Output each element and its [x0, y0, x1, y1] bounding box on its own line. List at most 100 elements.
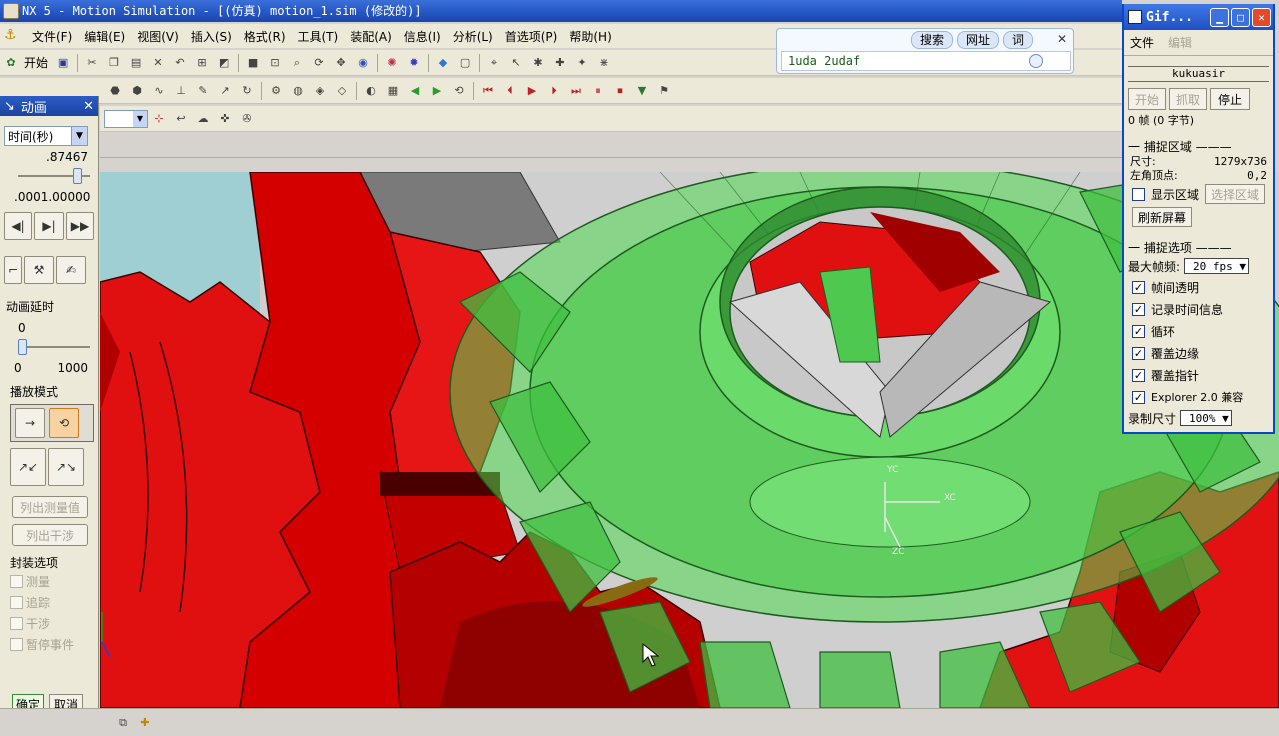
selection-icon[interactable]: ⊹: [150, 110, 168, 128]
pause-event-checkbox[interactable]: 暂停事件: [0, 634, 98, 655]
loop-mode-button[interactable]: ⟲: [49, 408, 79, 438]
play-to-end-button[interactable]: ▶▶: [66, 212, 94, 240]
pingpong-b-button[interactable]: ↗↘: [48, 448, 84, 486]
force-icon[interactable]: ↗: [216, 82, 234, 100]
measure-checkbox[interactable]: 测量: [0, 571, 98, 592]
save-icon[interactable]: ▣: [54, 54, 72, 72]
zoom-icon[interactable]: ⊡: [266, 54, 284, 72]
transparent-checkbox[interactable]: ✓ 帧间透明: [1124, 276, 1273, 298]
menu-help[interactable]: 帮助(H): [563, 28, 617, 45]
analyze-icon[interactable]: ✦: [573, 54, 591, 72]
arrow-right-icon[interactable]: ▶: [428, 82, 446, 100]
pin-icon[interactable]: ↘: [4, 99, 15, 114]
delete-icon[interactable]: ✕: [149, 54, 167, 72]
tool-a-button[interactable]: ⌐: [4, 256, 22, 284]
gear-icon[interactable]: ⚙: [267, 82, 285, 100]
close-icon[interactable]: ✕: [1252, 7, 1271, 27]
magnify-icon[interactable]: ⌕: [288, 54, 306, 72]
pan-icon[interactable]: ✥: [332, 54, 350, 72]
wrench-icon[interactable]: ✇: [238, 110, 256, 128]
navigator-icon[interactable]: ⧉: [114, 714, 132, 732]
pause-icon[interactable]: ⏸: [589, 82, 607, 100]
menu-insert[interactable]: 插入(S): [185, 28, 238, 45]
explorer-compat-checkbox[interactable]: ✓ Explorer 2.0 兼容: [1124, 386, 1273, 408]
menu-file[interactable]: 文件(F): [26, 28, 78, 45]
paste-icon[interactable]: ▤: [127, 54, 145, 72]
record-size-select[interactable]: 100% ▼: [1180, 410, 1232, 426]
step-back-icon[interactable]: ⏴: [501, 82, 519, 100]
graphics-viewport[interactable]: YC XC ZC: [100, 172, 1279, 708]
go-icon[interactable]: [1029, 54, 1043, 68]
menu-info[interactable]: 信息(I): [398, 28, 447, 45]
select-icon[interactable]: ↖: [507, 54, 525, 72]
finish-flag-icon[interactable]: ⚑: [655, 82, 673, 100]
paint-icon[interactable]: ◩: [215, 54, 233, 72]
search-tab[interactable]: 搜索: [911, 31, 954, 49]
maximize-icon[interactable]: □: [1231, 7, 1250, 27]
trace-checkbox[interactable]: 追踪: [0, 592, 98, 613]
step-icon[interactable]: ⟲: [450, 82, 468, 100]
close-icon[interactable]: ✕: [83, 99, 94, 114]
forward-end-icon[interactable]: ⏭: [567, 82, 585, 100]
pingpong-a-button[interactable]: ↗↙: [10, 448, 46, 486]
damper-icon[interactable]: ⊥: [172, 82, 190, 100]
menu-analysis[interactable]: 分析(L): [447, 28, 499, 45]
step-forward-button[interactable]: ▶|: [34, 212, 64, 240]
gif-capture-button[interactable]: 抓取: [1169, 88, 1207, 110]
cut-icon[interactable]: ✂: [83, 54, 101, 72]
tool-c-button[interactable]: ✍: [56, 256, 86, 284]
time-slider-thumb[interactable]: [73, 168, 82, 184]
start-button[interactable]: 开始: [24, 54, 48, 71]
close-icon[interactable]: ✕: [1057, 32, 1067, 46]
spring-icon[interactable]: ∿: [150, 82, 168, 100]
marker-icon[interactable]: ✎: [194, 82, 212, 100]
overlay-pointer-checkbox[interactable]: ✓ 覆盖指针: [1124, 364, 1273, 386]
step-forward-icon[interactable]: ⏵: [545, 82, 563, 100]
rewind-start-icon[interactable]: ⏮: [479, 82, 497, 100]
menu-preferences[interactable]: 首选项(P): [499, 28, 564, 45]
rotate-icon[interactable]: ⟳: [310, 54, 328, 72]
menu-edit[interactable]: 编辑(E): [78, 28, 131, 45]
cam-icon[interactable]: ◍: [289, 82, 307, 100]
time-slider[interactable]: [18, 168, 90, 184]
filter-select[interactable]: ▼: [104, 109, 148, 128]
filter-icon[interactable]: ✱: [529, 54, 547, 72]
interference-checkbox[interactable]: 干涉: [0, 613, 98, 634]
copy-icon[interactable]: ❐: [105, 54, 123, 72]
max-fps-select[interactable]: 20 fps ▼: [1184, 258, 1250, 274]
fit-icon[interactable]: ■: [244, 54, 262, 72]
gif-menu-edit[interactable]: 编辑: [1168, 34, 1192, 51]
select-area-button[interactable]: 选择区域: [1205, 184, 1266, 204]
menu-tools[interactable]: 工具(T): [292, 28, 345, 45]
delay-slider[interactable]: [18, 339, 90, 355]
word-tab[interactable]: 词: [1003, 31, 1034, 49]
search-input[interactable]: [781, 51, 1071, 71]
gif-start-button[interactable]: 开始: [1128, 88, 1166, 110]
color-icon[interactable]: ✺: [383, 54, 401, 72]
grid-icon[interactable]: ▦: [384, 82, 402, 100]
solver-icon[interactable]: ◐: [362, 82, 380, 100]
back-icon[interactable]: ↩: [172, 110, 190, 128]
target-icon[interactable]: ✜: [216, 110, 234, 128]
start-icon[interactable]: ✿: [2, 54, 20, 72]
point-icon[interactable]: ⋇: [595, 54, 613, 72]
show-area-checkbox[interactable]: [1132, 187, 1145, 201]
tool-b-button[interactable]: ⚒: [24, 256, 54, 284]
torque-icon[interactable]: ↻: [238, 82, 256, 100]
transform-icon[interactable]: ⊞: [193, 54, 211, 72]
play-icon[interactable]: ▶: [523, 82, 541, 100]
list-measure-button[interactable]: 列出测量值: [12, 496, 88, 518]
measure-icon[interactable]: ✚: [551, 54, 569, 72]
menu-format[interactable]: 格式(R): [238, 28, 292, 45]
shaded-icon[interactable]: ◆: [434, 54, 452, 72]
joint-icon[interactable]: ⬢: [128, 82, 146, 100]
undo-icon[interactable]: ↶: [171, 54, 189, 72]
render-icon[interactable]: ◉: [354, 54, 372, 72]
constraint-icon[interactable]: ◇: [333, 82, 351, 100]
palette-icon[interactable]: ✹: [405, 54, 423, 72]
playmode-icon[interactable]: ▼: [633, 82, 651, 100]
list-interference-button[interactable]: 列出干涉: [12, 524, 88, 546]
minimize-icon[interactable]: ▁: [1210, 7, 1229, 27]
loop-checkbox[interactable]: ✓ 循环: [1124, 320, 1273, 342]
menu-view[interactable]: 视图(V): [131, 28, 185, 45]
